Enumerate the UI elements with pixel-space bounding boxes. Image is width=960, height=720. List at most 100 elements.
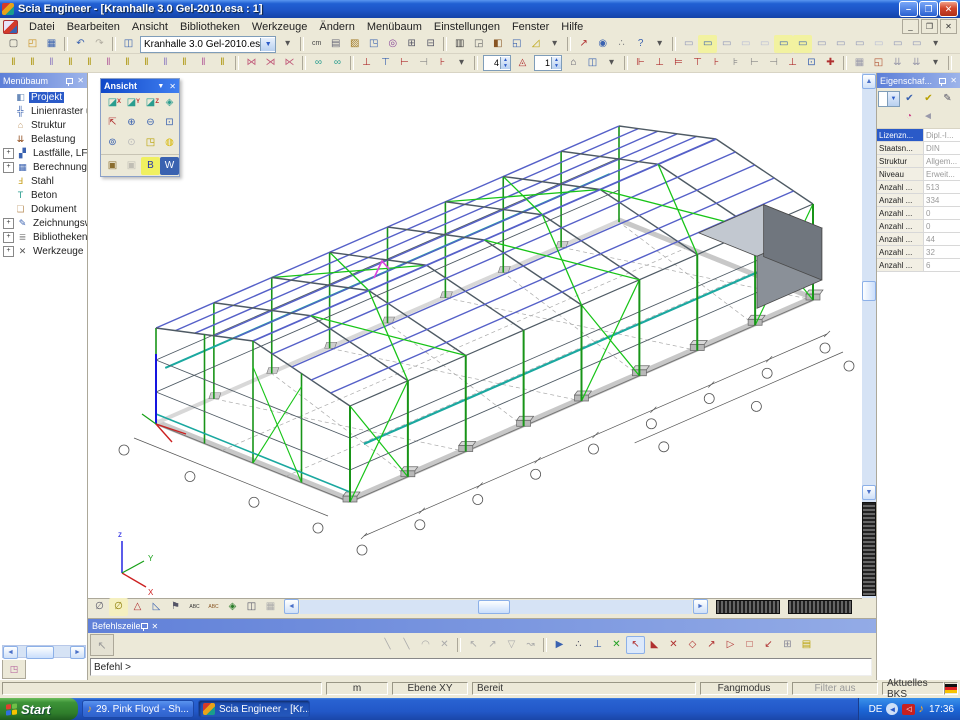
frame-generator-icon[interactable]: ◫ (583, 54, 602, 72)
docked-toolbar-collapsed[interactable] (862, 502, 876, 596)
member-1-icon[interactable]: ⊥ (357, 54, 376, 72)
activities-overflow-icon[interactable]: ▾ (926, 35, 945, 53)
activity-12-icon[interactable]: ▭ (888, 35, 907, 53)
expand-icon[interactable]: + (3, 246, 14, 257)
orthogonal-snap-icon[interactable]: ◇ (683, 636, 702, 654)
mdi-minimize-button[interactable]: _ (902, 19, 919, 34)
property-row[interactable]: StrukturAllgem... (877, 155, 960, 168)
node-snap-icon[interactable]: ↖ (626, 636, 645, 654)
task-button[interactable]: Scia Engineer - [Kr... (198, 700, 310, 718)
view-y-icon[interactable]: ◪Y (122, 94, 141, 112)
load-panel-icon[interactable]: ▦ (850, 54, 869, 72)
units-icon[interactable]: cm (307, 35, 326, 53)
cross-section-7-icon[interactable]: ‖ (118, 54, 137, 72)
support-6-icon[interactable]: ⊧ (726, 54, 745, 72)
rib-1-icon[interactable]: ∞ (309, 54, 328, 72)
undo-icon[interactable]: ↶ (71, 35, 90, 53)
cursor-snap-icon[interactable]: ▶ (550, 636, 569, 654)
prop-edit-pencil-icon[interactable]: ✎ (938, 90, 957, 108)
tree-item-dokument[interactable]: ❏Dokument (0, 202, 87, 216)
hinge-icon[interactable]: ⋊ (261, 54, 280, 72)
scrollbar-thumb[interactable] (26, 646, 54, 659)
minimize-button[interactable]: – (899, 1, 918, 17)
close-icon[interactable]: ✕ (169, 82, 176, 91)
render-image-disabled-icon[interactable]: ▣ (122, 157, 141, 175)
mdi-restore-button[interactable]: ❐ (921, 19, 938, 34)
dot-grid-icon[interactable]: ∴ (569, 636, 588, 654)
tree-item-lastfllelf[interactable]: +▞Lastfälle, LF- (0, 146, 87, 160)
command-input[interactable]: Befehl > (90, 658, 872, 676)
cross-section-1-icon[interactable]: ‖ (4, 54, 23, 72)
window-1-icon[interactable]: ◰ (955, 54, 960, 72)
bays-spinner[interactable]: 4▲▼ (483, 55, 511, 71)
wireframe-mode-icon[interactable]: ∅ (90, 598, 109, 616)
tree-item-belastung[interactable]: ⇊Belastung (0, 132, 87, 146)
hyperlink-icon[interactable]: ↗ (574, 35, 593, 53)
render-settings-icon[interactable]: ◈ (223, 598, 242, 616)
connect-members-icon[interactable]: ⋈ (242, 54, 261, 72)
tree-item-beton[interactable]: TBeton (0, 188, 87, 202)
open-project-icon[interactable]: ◰ (23, 35, 42, 53)
export-drawing-icon[interactable]: ◱ (507, 35, 526, 53)
activity-8-icon[interactable]: ▭ (812, 35, 831, 53)
scroll-left-icon[interactable]: ◄ (3, 646, 18, 659)
view-axo-icon[interactable]: ◈ (160, 94, 179, 112)
project-manager-icon[interactable]: ◫ (119, 35, 138, 53)
property-row[interactable]: NiveauErweit... (877, 168, 960, 181)
print-preview-icon[interactable]: ◲ (469, 35, 488, 53)
rib-2-icon[interactable]: ∞ (328, 54, 347, 72)
tree-item-projekt[interactable]: ◧Projekt (0, 90, 87, 104)
snap-dir2-icon[interactable]: ↗ (483, 636, 502, 654)
edge-snap-icon[interactable]: □ (740, 636, 759, 654)
activity-3-icon[interactable]: ▭ (717, 35, 736, 53)
light-icon[interactable]: ◍ (160, 134, 179, 152)
vertical-scrollbar[interactable]: ▲ ▼ (862, 73, 876, 598)
layers-icon[interactable]: ▤ (326, 35, 345, 53)
picture-gallery-icon[interactable]: ▨ (345, 35, 364, 53)
show-supports-icon[interactable]: △ (128, 598, 147, 616)
snap-dir4-icon[interactable]: ↝ (521, 636, 540, 654)
tree-item-berechnung[interactable]: +▦Berechnung, (0, 160, 87, 174)
task-button[interactable]: ♪29. Pink Floyd - Sh... (82, 700, 194, 718)
support-5-icon[interactable]: ⊦ (707, 54, 726, 72)
menu-bearbeiten[interactable]: Bearbeiten (61, 19, 126, 35)
property-row[interactable]: Staatsn...DIN (877, 142, 960, 155)
menu-bibliotheken[interactable]: Bibliotheken (174, 19, 246, 35)
activity-9-icon[interactable]: ▭ (831, 35, 850, 53)
scroll-left-icon[interactable]: ◄ (284, 599, 299, 614)
drawing-area[interactable]: zYX (88, 73, 862, 598)
status-snap-mode[interactable]: Fangmodus (700, 682, 788, 695)
menu-datei[interactable]: Datei (23, 19, 61, 35)
new-document-icon[interactable]: ▢ (4, 35, 23, 53)
activity-10-icon[interactable]: ▭ (850, 35, 869, 53)
save-project-icon[interactable]: ▦ (42, 35, 61, 53)
cross-section-9-icon[interactable]: ‖ (156, 54, 175, 72)
load-overflow-icon[interactable]: ▾ (926, 54, 945, 72)
animation-icon[interactable]: ◫ (242, 598, 261, 616)
pin-icon[interactable] (66, 78, 73, 84)
intersection-snap-icon[interactable]: ✕ (664, 636, 683, 654)
arbitrary-beam-icon[interactable]: ◬ (513, 54, 532, 72)
support-9-icon[interactable]: ⊥ (783, 54, 802, 72)
scrollbar-thumb[interactable] (478, 600, 510, 614)
show-scale-icon[interactable]: ◺ (147, 598, 166, 616)
cross-section-8-icon[interactable]: ‖ (137, 54, 156, 72)
activity-7-icon[interactable]: ▭ (793, 35, 812, 53)
property-row[interactable]: Anzahl ...0 (877, 207, 960, 220)
scroll-up-icon[interactable]: ▲ (862, 74, 876, 89)
member-3-icon[interactable]: ⊢ (395, 54, 414, 72)
start-button[interactable]: Start (0, 698, 78, 720)
menu-menbaum[interactable]: Menübaum (361, 19, 428, 35)
cross-section-4-icon[interactable]: ‖ (61, 54, 80, 72)
status-plane[interactable]: Ebene XY (392, 682, 468, 695)
snap-dir3-icon[interactable]: ▽ (502, 636, 521, 654)
document-icon[interactable] (3, 20, 18, 34)
scrollbar-thumb[interactable] (862, 281, 876, 301)
snap-delete-icon[interactable]: ✕ (435, 636, 454, 654)
member-2-icon[interactable]: ⊤ (376, 54, 395, 72)
restore-button[interactable]: ❐ (919, 1, 938, 17)
load-2-icon[interactable]: ⇊ (907, 54, 926, 72)
cross-section-3-icon[interactable]: ‖ (42, 54, 61, 72)
close-icon[interactable]: ✕ (950, 76, 957, 85)
expand-icon[interactable]: + (3, 218, 14, 229)
